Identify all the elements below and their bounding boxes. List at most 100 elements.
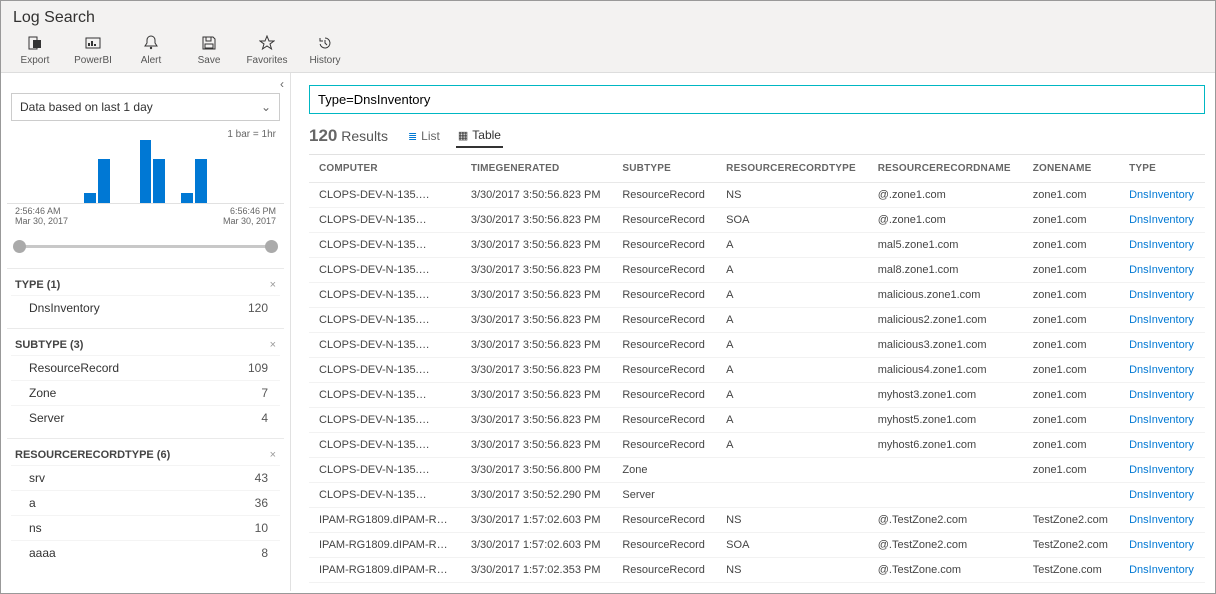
facet-item-count: 36 [255,496,268,510]
facet-item[interactable]: a36 [11,490,280,515]
column-header[interactable]: TIMEGENERATED [461,155,613,183]
facet-header: SUBTYPE (3)× [11,335,280,355]
facet-item[interactable]: DnsInventory120 [11,295,280,320]
list-view-toggle[interactable]: ≣ List [406,125,442,147]
cell-rrname: myhost6.zone1.com [868,433,1023,458]
cell-rrtype: A [716,383,868,408]
cell-rrtype [716,458,868,483]
bell-icon [143,33,159,53]
type-link[interactable]: DnsInventory [1129,189,1194,201]
cell-rrtype: A [716,233,868,258]
close-icon[interactable]: × [270,339,276,351]
tool-label: Favorites [246,55,287,66]
cell-rrname: @.TestZone2.com [868,533,1023,558]
cell-type: DnsInventory [1119,533,1205,558]
table-row[interactable]: CLOPS-DEV-N-135.corp...3/30/2017 3:50:56… [309,358,1205,383]
type-link[interactable]: DnsInventory [1129,339,1194,351]
table-row[interactable]: CLOPS-DEV-N-135.corp...3/30/2017 3:50:56… [309,233,1205,258]
type-link[interactable]: DnsInventory [1129,289,1194,301]
facet-title: RESOURCERECORDTYPE (6) [15,449,170,461]
table-view-toggle[interactable]: ▦ Table [456,124,503,148]
table-row[interactable]: CLOPS-DEV-N-135.:orp...3/30/2017 3:50:56… [309,408,1205,433]
table-row[interactable]: CLOPS-DEV-N-135..corp...3/30/2017 3:50:5… [309,308,1205,333]
cell-zone: zone1.com [1023,458,1119,483]
type-link[interactable]: DnsInventory [1129,414,1194,426]
cell-subtype: ResourceRecord [612,508,716,533]
table-row[interactable]: CLOPS-DEV-N-135corp...3/30/2017 3:50:56.… [309,208,1205,233]
facet-item[interactable]: aaaa8 [11,540,280,565]
cell-time: 3/30/2017 3:50:56.823 PM [461,308,613,333]
alert-button[interactable]: Alert [129,33,173,66]
facet-item[interactable]: Zone7 [11,380,280,405]
table-row[interactable]: CLOPS-DEV-N-135corp...3/30/2017 3:50:52.… [309,483,1205,508]
facet-item-count: 7 [261,386,268,400]
column-header[interactable]: RESOURCERECORDTYPE [716,155,868,183]
type-link[interactable]: DnsInventory [1129,239,1194,251]
close-icon[interactable]: × [270,449,276,461]
type-link[interactable]: DnsInventory [1129,264,1194,276]
table-row[interactable]: IPAM-RG1809.dIPAM-RG1808.ipa...3/30/2017… [309,558,1205,583]
chart-bar[interactable] [98,159,110,203]
type-link[interactable]: DnsInventory [1129,214,1194,226]
cell-computer: CLOPS-DEV-N-135.corp... [309,258,461,283]
save-button[interactable]: Save [187,33,231,66]
history-button[interactable]: History [303,33,347,66]
cell-zone: zone1.com [1023,383,1119,408]
cell-zone: zone1.com [1023,208,1119,233]
cell-computer: CLOPS-DEV-N-135.:orp... [309,408,461,433]
time-slider[interactable] [15,234,276,258]
table-row[interactable]: CLOPS-DEV-N-135corp...3/30/2017 3:50:56.… [309,383,1205,408]
export-button[interactable]: Export [13,33,57,66]
result-count: 120 Results [309,126,388,146]
cell-time: 3/30/2017 3:50:56.823 PM [461,208,613,233]
table-row[interactable]: IPAM-RG1809.dIPAM-RG1808.ipa...3/30/2017… [309,508,1205,533]
table-row[interactable]: CLOPS-DEV-N-135.corp...3/30/2017 3:50:56… [309,433,1205,458]
type-link[interactable]: DnsInventory [1129,314,1194,326]
facet-item[interactable]: ResourceRecord109 [11,355,280,380]
time-range-dropdown[interactable]: Data based on last 1 day ⌄ [11,93,280,121]
chart-bar[interactable] [181,193,193,204]
cell-zone: TestZone2.com [1023,533,1119,558]
type-link[interactable]: DnsInventory [1129,464,1194,476]
redacted [420,291,456,300]
type-link[interactable]: DnsInventory [1129,439,1194,451]
column-header[interactable]: ZONENAME [1023,155,1119,183]
slider-handle-left[interactable] [13,240,26,253]
chart-bar[interactable] [195,159,207,203]
column-header[interactable]: SUBTYPE [612,155,716,183]
slider-handle-right[interactable] [265,240,278,253]
type-link[interactable]: DnsInventory [1129,539,1194,551]
table-row[interactable]: CLOPS-DEV-N-135.corp...3/30/2017 3:50:56… [309,258,1205,283]
type-link[interactable]: DnsInventory [1129,564,1194,576]
table-row[interactable]: CLOPS-DEV-N-135.corp...3/30/2017 3:50:56… [309,183,1205,208]
cell-subtype: ResourceRecord [612,183,716,208]
column-header[interactable]: RESOURCERECORDNAME [868,155,1023,183]
cell-rrname: @.zone1.com [868,208,1023,233]
collapse-sidebar-icon[interactable]: ‹ [274,77,290,91]
table-row[interactable]: CLOPS-DEV-N-135..corp...3/30/2017 3:50:5… [309,283,1205,308]
facet-item[interactable]: Server4 [11,405,280,430]
type-link[interactable]: DnsInventory [1129,364,1194,376]
range-label: Data based on last 1 day [20,100,153,114]
column-header[interactable]: COMPUTER [309,155,461,183]
type-link[interactable]: DnsInventory [1129,489,1194,501]
table-row[interactable]: CLOPS-DEV-N-135.l.corp...3/30/2017 3:50:… [309,333,1205,358]
query-input[interactable] [309,85,1205,114]
chart-bar[interactable] [140,140,152,203]
type-link[interactable]: DnsInventory [1129,389,1194,401]
close-icon[interactable]: × [270,279,276,291]
chart-bar[interactable] [153,159,165,203]
facet-item[interactable]: srv43 [11,465,280,490]
column-header[interactable]: TYPE [1119,155,1205,183]
tool-label: Alert [141,55,162,66]
timeline-chart[interactable] [7,140,284,204]
chart-bar[interactable] [84,193,96,204]
table-row[interactable]: IPAM-RG1809.dIPAM-RG1808.ipa...3/30/2017… [309,533,1205,558]
table-row[interactable]: CLOPS-DEV-N-135..corp...3/30/2017 3:50:5… [309,458,1205,483]
favorites-button[interactable]: Favorites [245,33,289,66]
facet-item[interactable]: ns10 [11,515,280,540]
cell-computer: CLOPS-DEV-N-135corp... [309,208,461,233]
powerbi-button[interactable]: PowerBI [71,33,115,66]
redacted [417,216,453,225]
type-link[interactable]: DnsInventory [1129,514,1194,526]
